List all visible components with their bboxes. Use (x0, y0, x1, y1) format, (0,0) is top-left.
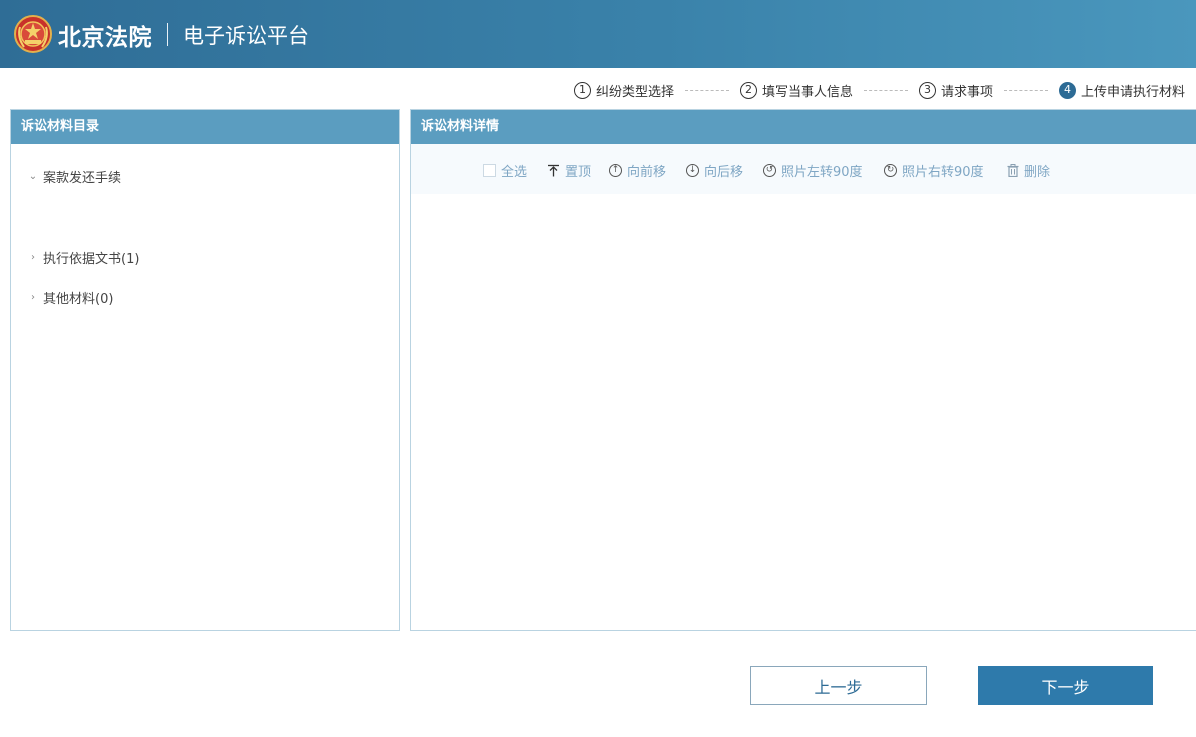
tree-item-other-materials[interactable]: › 其他材料(0) (27, 288, 113, 307)
prev-step-button[interactable]: 上一步 (750, 666, 927, 705)
tree-item-label: 执行依据文书(1) (43, 252, 140, 267)
step-1: 1 纠纷类型选择 (574, 81, 674, 100)
rotate-right-button[interactable]: ↻ 照片右转90度 (884, 161, 984, 180)
chevron-right-icon: › (31, 292, 35, 303)
step-separator (1004, 89, 1049, 91)
trash-icon (1007, 164, 1019, 177)
step-number: 4 (1059, 81, 1077, 99)
rotate-right-label: 照片右转90度 (902, 165, 984, 180)
step-separator (864, 89, 909, 91)
tree-item-label: 其他材料(0) (43, 292, 114, 307)
move-down-label: 向后移 (704, 165, 744, 180)
select-all-label: 全选 (501, 165, 528, 180)
header-divider (167, 23, 168, 46)
app-header: 北京法院 电子诉讼平台 (0, 0, 1196, 68)
rotate-right-icon: ↻ (884, 164, 897, 177)
step-label: 请求事项 (941, 84, 994, 100)
step-label: 填写当事人信息 (762, 84, 854, 100)
step-2: 2 填写当事人信息 (740, 81, 853, 100)
step-number: 2 (740, 81, 758, 99)
checkbox-icon (483, 164, 496, 177)
materials-toolbar: 全选 置顶 ↑ 向前移 ↓ 向后移 ↺ 照片左转90度 ↻ 照片右转90度 删除 (411, 144, 1196, 194)
step-3: 3 请求事项 (919, 81, 993, 100)
materials-detail-panel: 诉讼材料详情 全选 置顶 ↑ 向前移 ↓ 向后移 ↺ 照片左转90度 ↻ 照片右… (410, 109, 1196, 631)
rotate-left-button[interactable]: ↺ 照片左转90度 (763, 161, 863, 180)
move-up-button[interactable]: ↑ 向前移 (609, 161, 666, 180)
pin-top-label: 置顶 (565, 165, 592, 180)
next-step-button[interactable]: 下一步 (978, 666, 1153, 705)
tree-item-payment-return[interactable]: ⌄ 案款发还手续 (27, 167, 121, 186)
court-name: 北京法院 (58, 25, 152, 51)
arrow-up-circle-icon: ↑ (609, 164, 622, 177)
delete-button[interactable]: 删除 (1007, 161, 1050, 180)
arrow-down-circle-icon: ↓ (686, 164, 699, 177)
step-label: 上传申请执行材料 (1081, 84, 1186, 100)
step-number: 1 (574, 81, 591, 99)
progress-steps: 1 纠纷类型选择 2 填写当事人信息 3 请求事项 4 上传申请执行材料 (574, 80, 1185, 100)
platform-name: 电子诉讼平台 (183, 24, 309, 48)
tree-item-execution-basis[interactable]: › 执行依据文书(1) (27, 248, 139, 267)
pin-top-icon (547, 164, 560, 177)
step-4: 4 上传申请执行材料 (1059, 81, 1185, 100)
step-number: 3 (919, 81, 937, 99)
chevron-down-icon: ⌄ (28, 171, 38, 182)
step-separator (685, 89, 730, 91)
move-up-label: 向前移 (627, 165, 667, 180)
panel-title: 诉讼材料详情 (411, 110, 1196, 144)
rotate-left-icon: ↺ (763, 164, 776, 177)
chevron-right-icon: › (31, 252, 35, 263)
select-all-checkbox[interactable]: 全选 (483, 161, 527, 180)
pin-top-button[interactable]: 置顶 (547, 161, 591, 180)
court-emblem-icon (14, 15, 52, 53)
materials-catalog-panel: 诉讼材料目录 ⌄ 案款发还手续 › 执行依据文书(1) › 其他材料(0) (10, 109, 400, 631)
panel-title: 诉讼材料目录 (11, 110, 399, 144)
step-label: 纠纷类型选择 (596, 84, 675, 100)
rotate-left-label: 照片左转90度 (781, 165, 863, 180)
tree-item-label: 案款发还手续 (43, 171, 122, 186)
delete-label: 删除 (1024, 165, 1051, 180)
move-down-button[interactable]: ↓ 向后移 (686, 161, 743, 180)
